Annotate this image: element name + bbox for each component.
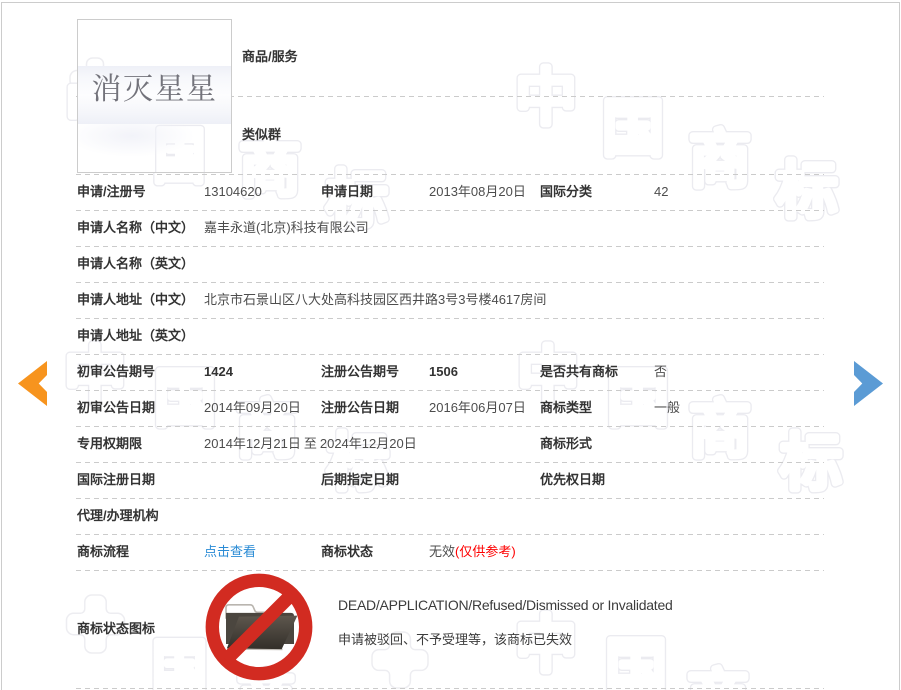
svg-text:国: 国: [152, 635, 207, 690]
svg-text:标: 标: [776, 157, 838, 226]
svg-text:商: 商: [689, 126, 751, 195]
svg-text:国: 国: [602, 95, 664, 164]
svg-text:中: 中: [515, 64, 577, 133]
svg-text:商: 商: [687, 665, 749, 690]
svg-text:国: 国: [605, 634, 667, 690]
svg-text:商: 商: [689, 396, 751, 465]
svg-text:标: 标: [780, 429, 842, 498]
